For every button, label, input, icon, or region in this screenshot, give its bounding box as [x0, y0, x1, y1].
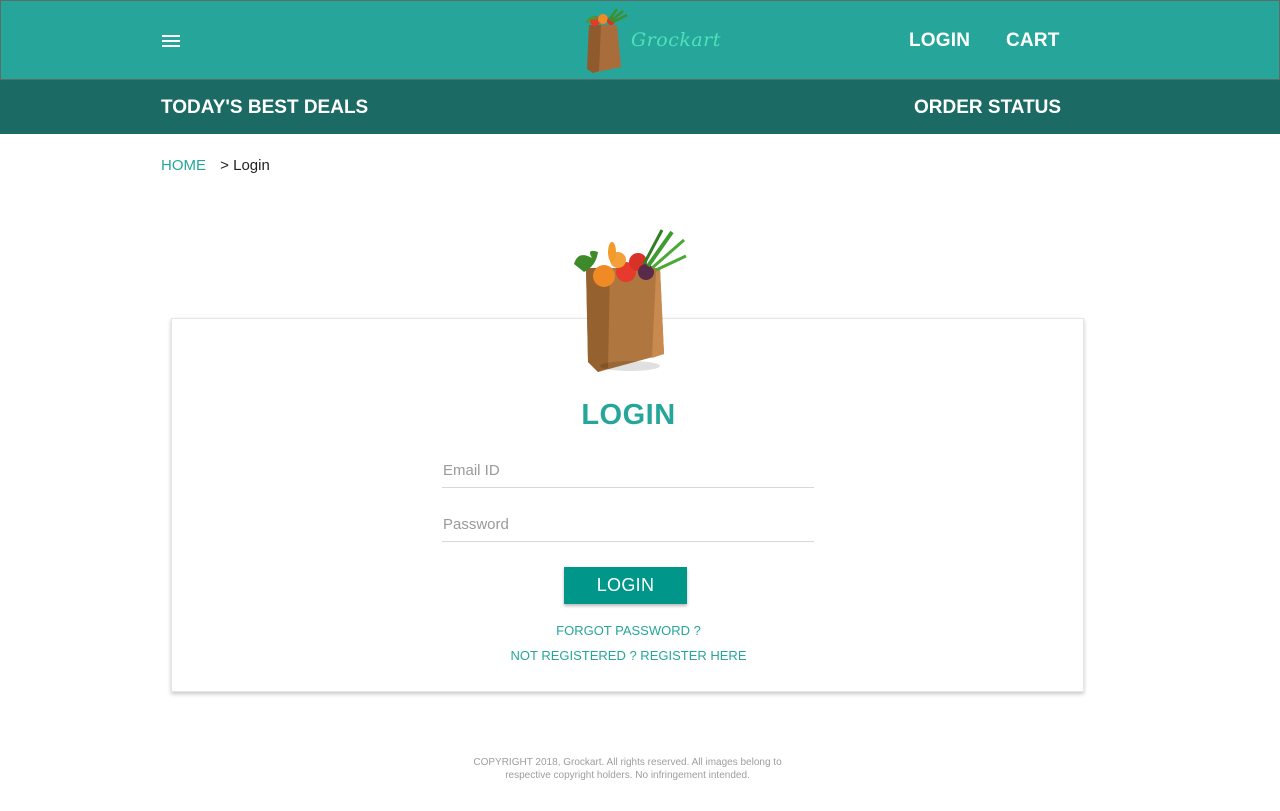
grocery-bag-icon [574, 229, 687, 372]
hamburger-menu-icon[interactable] [161, 31, 183, 51]
password-field[interactable] [442, 508, 814, 542]
copyright-line-1: COPYRIGHT 2018, Grockart. All rights res… [473, 757, 782, 768]
brand-name: Grockart [631, 29, 721, 51]
top-header: Grockart LOGIN CART [0, 0, 1280, 80]
header-cart-link[interactable]: CART [1006, 30, 1060, 52]
order-status-link[interactable]: ORDER STATUS [914, 97, 1061, 119]
register-link[interactable]: NOT REGISTERED ? REGISTER HERE [172, 648, 1085, 663]
header-login-link[interactable]: LOGIN [909, 30, 970, 52]
grocery-bag-logo-icon [585, 9, 628, 73]
login-title: LOGIN [581, 399, 676, 431]
sub-navigation: TODAY'S BEST DEALS ORDER STATUS [0, 80, 1280, 134]
email-field[interactable] [442, 454, 814, 488]
login-submit-button[interactable]: LOGIN [564, 567, 687, 604]
breadcrumb-home-link[interactable]: HOME [161, 157, 206, 174]
breadcrumb-current: Login [233, 157, 270, 174]
breadcrumb: HOME > Login [161, 157, 270, 174]
brand-logo[interactable]: Grockart [581, 9, 720, 75]
breadcrumb-separator: > [220, 157, 229, 174]
copyright-line-2: respective copyright holders. No infring… [505, 770, 750, 781]
footer-copyright: COPYRIGHT 2018, Grockart. All rights res… [440, 756, 815, 782]
todays-best-deals-link[interactable]: TODAY'S BEST DEALS [161, 97, 368, 119]
forgot-password-link[interactable]: FORGOT PASSWORD ? [172, 623, 1085, 638]
